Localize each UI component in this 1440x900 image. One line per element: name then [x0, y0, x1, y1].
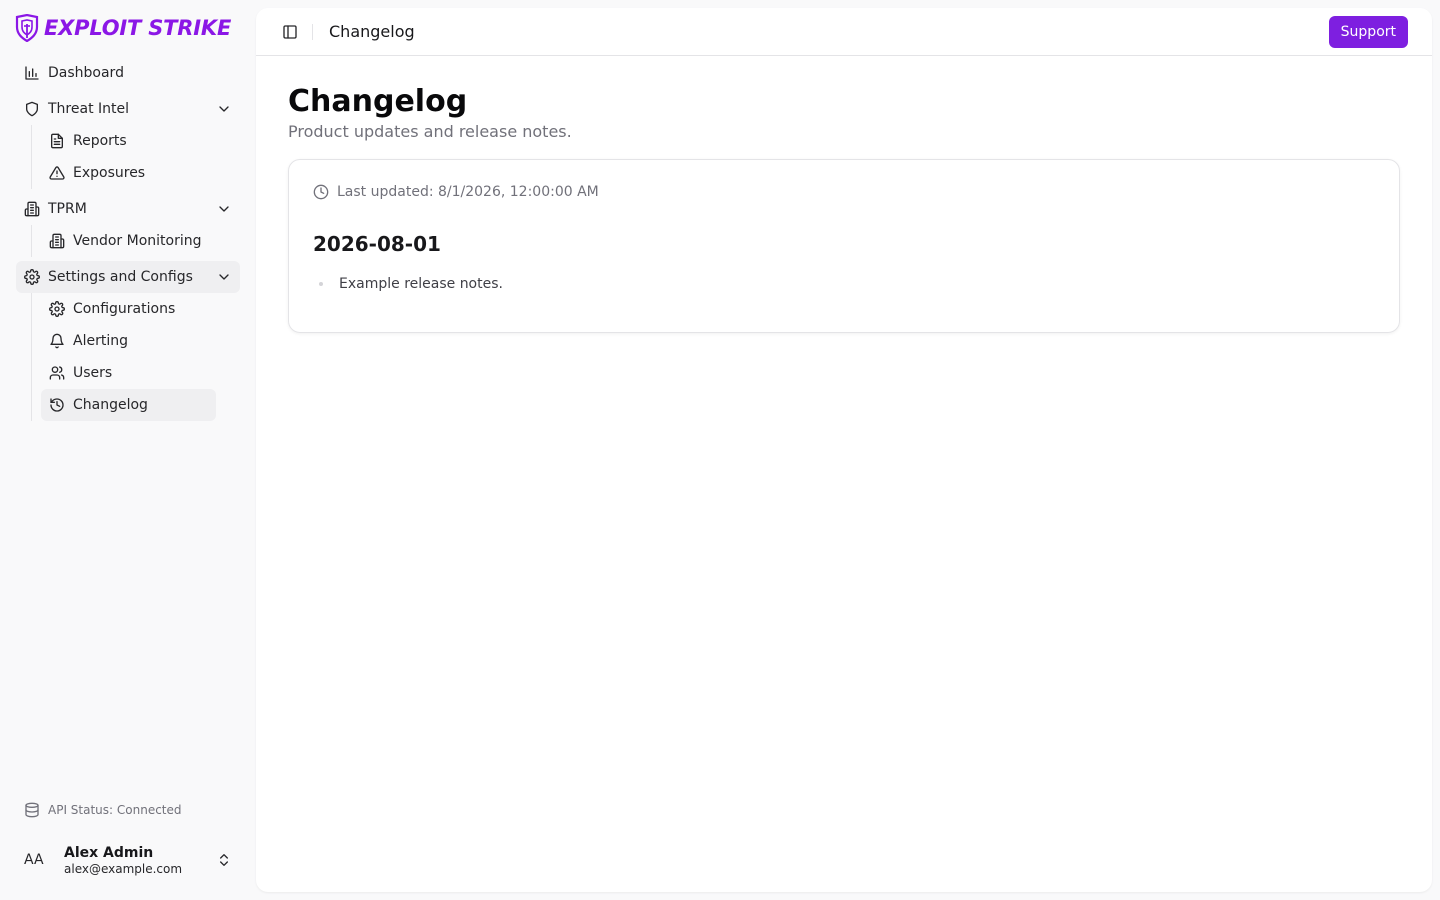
- sidebar-item-label: Configurations: [73, 301, 176, 317]
- bell-icon: [50, 333, 64, 349]
- sidebar: EXPLOIT STRIKE Dashboard Threat Intel Re…: [0, 0, 256, 900]
- support-button[interactable]: Support: [1328, 16, 1408, 48]
- sidebar-item-exposures[interactable]: Exposures: [41, 157, 216, 189]
- sidebar-group-tprm[interactable]: TPRM: [16, 193, 240, 225]
- topbar-title: Changelog: [329, 22, 415, 41]
- sidebar-item-label: Vendor Monitoring: [73, 233, 202, 249]
- database-icon: [25, 802, 39, 818]
- last-updated-text: Last updated: 8/1/2026, 12:00:00 AM: [337, 184, 599, 200]
- chevron-down-icon[interactable]: [216, 201, 232, 217]
- clock-icon: [313, 184, 329, 200]
- topbar-divider: [312, 23, 313, 40]
- history-icon: [50, 398, 64, 412]
- sidebar-item-dashboard[interactable]: Dashboard: [16, 57, 240, 89]
- release-note-text: Example release notes.: [339, 276, 503, 292]
- list-item: Example release notes.: [313, 276, 1375, 292]
- sidebar-item-users[interactable]: Users: [41, 357, 216, 389]
- topbar: Changelog Support: [256, 8, 1432, 56]
- building-icon: [24, 201, 40, 217]
- sidebar-item-changelog[interactable]: Changelog: [41, 389, 216, 421]
- main-panel: Changelog Support Changelog Product upda…: [256, 8, 1432, 892]
- sidebar-item-label: Reports: [73, 133, 127, 149]
- sidebar-group-settings[interactable]: Settings and Configs: [16, 261, 240, 293]
- sidebar-group-threat-intel[interactable]: Threat Intel: [16, 93, 240, 125]
- chevron-down-icon[interactable]: [216, 101, 232, 117]
- bar-chart-icon: [25, 66, 39, 80]
- app-root: EXPLOIT STRIKE Dashboard Threat Intel Re…: [0, 0, 1440, 900]
- bullet-dot: [319, 282, 323, 286]
- sidebar-nav: Dashboard Threat Intel Reports Exposures…: [16, 57, 240, 421]
- release-notes-list: Example release notes.: [313, 276, 1375, 292]
- sidebar-item-label: Changelog: [73, 397, 148, 413]
- sidebar-item-label: Settings and Configs: [48, 269, 193, 285]
- panel-left-icon: [283, 24, 297, 39]
- shield-icon: [26, 101, 38, 117]
- file-text-icon: [51, 133, 63, 149]
- brand-name: EXPLOIT STRIKE: [44, 16, 232, 40]
- user-info: Alex Admin alex@example.com: [64, 845, 216, 876]
- gear-icon: [49, 301, 65, 317]
- sidebar-item-label: Exposures: [73, 165, 146, 181]
- sidebar-item-alerting[interactable]: Alerting: [41, 325, 216, 357]
- logo-shield-icon: [15, 14, 39, 42]
- last-updated: Last updated: 8/1/2026, 12:00:00 AM: [313, 184, 1375, 200]
- changelog-card: Last updated: 8/1/2026, 12:00:00 AM 2026…: [288, 159, 1400, 333]
- sidebar-item-label: Dashboard: [48, 65, 124, 81]
- user-email: alex@example.com: [64, 861, 183, 876]
- sidebar-submenu-settings: Configurations Alerting Users Changelog: [31, 293, 216, 421]
- alert-triangle-icon: [49, 166, 65, 180]
- avatar: AA: [24, 852, 44, 868]
- sidebar-item-label: TPRM: [48, 201, 87, 217]
- sidebar-toggle-button[interactable]: [276, 18, 304, 46]
- api-status-text: API Status: Connected: [48, 803, 182, 817]
- sidebar-item-vendor-monitoring[interactable]: Vendor Monitoring: [41, 225, 216, 257]
- chevron-down-icon[interactable]: [216, 269, 232, 285]
- sidebar-submenu-threat-intel: Reports Exposures: [31, 125, 216, 189]
- release-date: 2026-08-01: [313, 232, 441, 256]
- api-status: API Status: Connected: [24, 802, 182, 818]
- page-content: Changelog Product updates and release no…: [256, 56, 1432, 361]
- users-icon: [49, 366, 65, 380]
- page-title: Changelog: [288, 84, 468, 119]
- user-name: Alex Admin: [64, 844, 154, 861]
- user-menu[interactable]: AA Alex Admin alex@example.com: [16, 836, 240, 884]
- sidebar-submenu-tprm: Vendor Monitoring: [31, 225, 216, 257]
- brand-logo[interactable]: EXPLOIT STRIKE: [14, 13, 231, 43]
- gear-icon: [24, 269, 40, 285]
- sidebar-item-configurations[interactable]: Configurations: [41, 293, 216, 325]
- building-icon: [49, 233, 65, 249]
- page-subtitle: Product updates and release notes.: [288, 122, 572, 141]
- sidebar-item-label: Alerting: [73, 333, 128, 349]
- chevrons-up-down-icon: [220, 854, 228, 866]
- sidebar-item-label: Threat Intel: [48, 101, 129, 117]
- sidebar-item-label: Users: [73, 365, 113, 381]
- sidebar-item-reports[interactable]: Reports: [41, 125, 216, 157]
